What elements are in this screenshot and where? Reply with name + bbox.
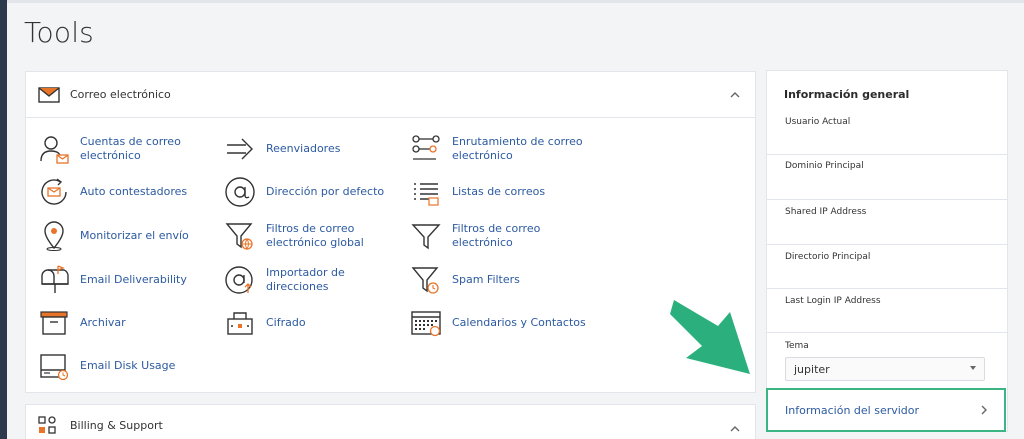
tool-calendars-contacts[interactable]: Calendarios y Contactos (410, 307, 596, 339)
tool-mailing-lists[interactable]: Listas de correos (410, 176, 596, 208)
tool-archive[interactable]: Archivar (38, 307, 224, 339)
billing-panel: Billing & Support (25, 404, 756, 439)
sidebar-row-shared-ip: Shared IP Address (767, 200, 1007, 245)
tool-label: Email Deliverability (80, 273, 187, 286)
mailbox-icon (41, 265, 69, 293)
tool-label: Cuentas de correo electrónico (80, 135, 181, 162)
chevron-up-icon[interactable] (729, 89, 741, 101)
list-icon (414, 183, 439, 206)
lock-box-icon (227, 312, 253, 335)
sidebar-row-primary-domain: Dominio Principal (767, 155, 1007, 200)
tool-label: Enrutamiento de correo electrónico (452, 135, 583, 162)
tool-email-disk-usage[interactable]: Email Disk Usage (38, 350, 224, 382)
chevron-right-icon (981, 405, 987, 415)
sidebar-row-current-user: Usuario Actual (767, 71, 1007, 155)
annotation-arrow-icon (670, 300, 750, 374)
tool-label: Spam Filters (452, 273, 520, 286)
forward-arrow-icon (227, 138, 253, 160)
user-mail-icon (40, 136, 69, 164)
tool-label: Importador de direcciones (266, 266, 345, 293)
disk-usage-icon (40, 354, 69, 381)
email-panel: Correo electrónico Cuentas de correo ele… (25, 71, 756, 393)
map-pin-icon (44, 221, 64, 251)
sidebar-row-label: Usuario Actual (785, 117, 851, 127)
theme-label: Tema (785, 341, 809, 351)
tool-label: Archivar (80, 316, 126, 329)
theme-select[interactable]: jupiter (785, 357, 985, 381)
sidebar-row-label: Shared IP Address (785, 207, 867, 217)
sidebar-row-label: Dominio Principal (785, 161, 864, 171)
tool-autoresponders[interactable]: Auto contestadores (38, 176, 224, 208)
envelope-icon (38, 85, 62, 105)
general-info-sidebar: Información general Usuario Actual Domin… (766, 70, 1008, 432)
tool-encryption[interactable]: Cifrado (224, 307, 410, 339)
tool-label: Listas de correos (452, 185, 546, 198)
tool-email-deliverability[interactable]: Email Deliverability (38, 264, 224, 296)
routing-icon (412, 135, 440, 160)
server-info-link[interactable]: Información del servidor (766, 388, 1006, 432)
sidebar-row-label: Directorio Principal (785, 252, 871, 262)
autoresponder-icon (41, 178, 67, 205)
billing-panel-header[interactable]: Billing & Support (26, 405, 755, 439)
grid-shapes-icon (38, 415, 62, 435)
left-rail (0, 0, 7, 439)
tool-forwarders[interactable]: Reenviadores (224, 133, 410, 165)
tool-email-routing[interactable]: Enrutamiento de correo electrónico (410, 133, 596, 165)
theme-select-value: jupiter (794, 363, 830, 376)
tool-email-filters[interactable]: Filtros de correo electrónico (410, 220, 596, 252)
funnel-globe-icon (225, 223, 253, 250)
funnel-icon (411, 224, 441, 250)
email-panel-header[interactable]: Correo electrónico (26, 72, 755, 118)
at-import-icon (225, 266, 253, 294)
tool-label: Dirección por defecto (266, 185, 385, 198)
tool-track-delivery[interactable]: Monitorizar el envío (38, 220, 224, 252)
archive-box-icon (40, 311, 68, 335)
tool-label: Reenviadores (266, 142, 341, 155)
tool-label: Email Disk Usage (80, 359, 176, 372)
server-info-label: Información del servidor (785, 403, 920, 417)
tool-label: Filtros de correo electrónico global (266, 222, 364, 249)
tool-spam-filters[interactable]: Spam Filters (410, 264, 596, 296)
tool-email-accounts[interactable]: Cuentas de correo electrónico (38, 133, 224, 165)
page-title: Tools (24, 16, 94, 49)
at-sign-icon (225, 177, 255, 207)
email-panel-title: Correo electrónico (70, 88, 171, 101)
tool-label: Cifrado (266, 316, 306, 329)
calendar-icon (411, 311, 441, 337)
tool-label: Auto contestadores (80, 185, 188, 198)
top-border (7, 0, 1024, 3)
tool-address-importer[interactable]: Importador de direcciones (224, 264, 410, 296)
tool-label: Calendarios y Contactos (452, 316, 586, 329)
funnel-clock-icon (411, 267, 439, 294)
tool-global-email-filters[interactable]: Filtros de correo electrónico global (224, 220, 410, 252)
sidebar-row-last-login-ip: Last Login IP Address (767, 289, 1007, 333)
sidebar-row-label: Last Login IP Address (785, 296, 881, 306)
tool-label: Monitorizar el envío (80, 229, 189, 242)
billing-panel-title: Billing & Support (70, 418, 163, 432)
tool-default-address[interactable]: Dirección por defecto (224, 176, 410, 208)
tool-label: Filtros de correo electrónico (452, 222, 541, 249)
caret-down-icon (970, 366, 976, 370)
sidebar-row-home-directory: Directorio Principal (767, 245, 1007, 289)
chevron-up-icon[interactable] (729, 423, 741, 435)
